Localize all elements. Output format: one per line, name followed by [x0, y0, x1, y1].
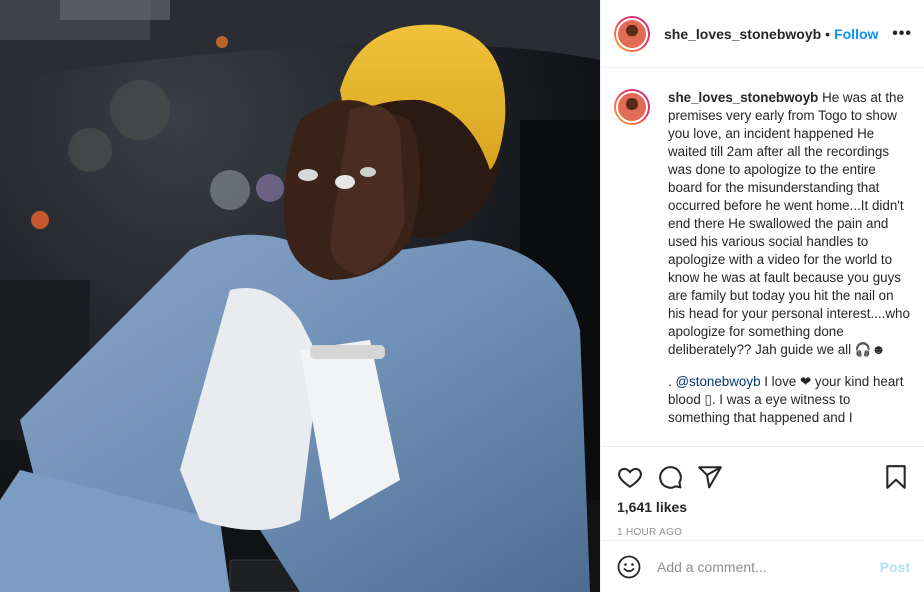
add-comment-bar: Post — [601, 540, 924, 592]
post-header: she_loves_stonebwoyb • Follow ••• — [601, 0, 924, 68]
list-item: . @stonebwoyb I love ❤ your kind heart b… — [668, 373, 912, 427]
post-photo-illustration — [0, 0, 600, 592]
mention-link[interactable]: @stonebwoyb — [675, 374, 760, 389]
comments-area[interactable]: she_loves_stonebwoyb He was at the premi… — [601, 69, 924, 445]
action-icons — [601, 447, 924, 495]
caption: she_loves_stonebwoyb He was at the premi… — [614, 89, 912, 359]
more-options-button[interactable]: ••• — [892, 25, 912, 43]
caption-text: she_loves_stonebwoyb He was at the premi… — [668, 89, 912, 359]
post-comment-button[interactable]: Post — [880, 559, 910, 575]
comment-icon[interactable] — [657, 464, 683, 490]
post-timestamp[interactable]: 1 HOUR AGO — [601, 527, 924, 538]
like-count[interactable]: 1,641 likes — [601, 499, 924, 515]
caption-username[interactable]: she_loves_stonebwoyb — [668, 90, 818, 105]
smile-icon[interactable] — [617, 555, 641, 579]
follow-button[interactable]: Follow — [834, 26, 878, 42]
share-icon[interactable] — [697, 464, 723, 490]
post-actions: 1,641 likes 1 HOUR AGO — [601, 446, 924, 546]
post-photo[interactable] — [0, 0, 600, 592]
caption-avatar[interactable] — [614, 89, 650, 125]
author-username[interactable]: she_loves_stonebwoyb — [664, 26, 821, 42]
comment-input[interactable] — [657, 558, 880, 575]
header-separator: • — [825, 25, 831, 42]
caption-body: He was at the premises very early from T… — [668, 90, 910, 357]
heart-icon[interactable] — [617, 464, 643, 490]
author-avatar[interactable] — [614, 15, 650, 52]
bookmark-icon[interactable] — [883, 464, 909, 490]
post-details-panel: she_loves_stonebwoyb • Follow ••• she_lo… — [600, 0, 924, 592]
